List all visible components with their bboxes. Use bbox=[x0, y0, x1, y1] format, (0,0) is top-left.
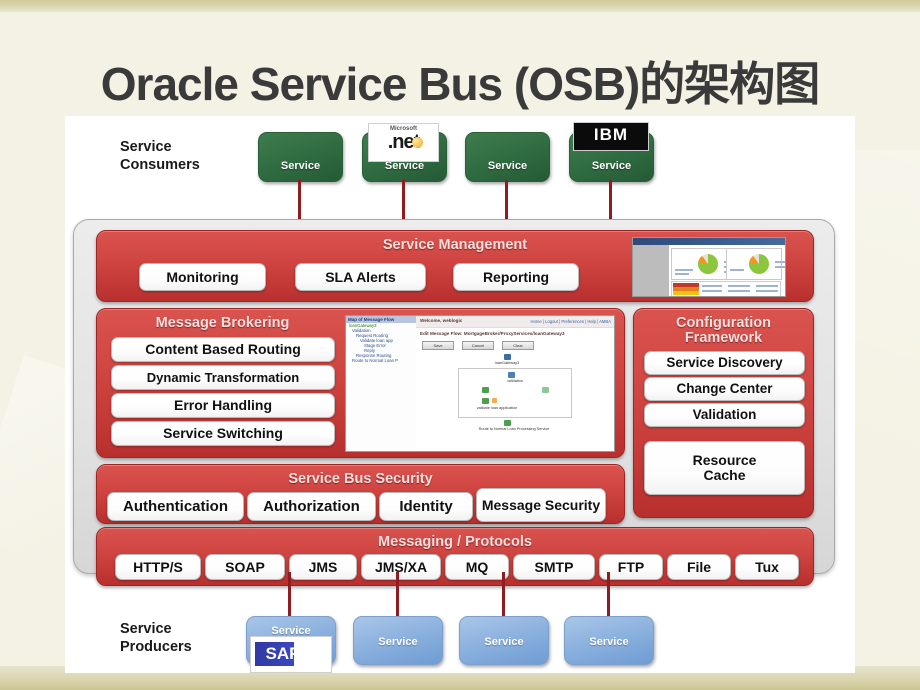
consumer-node-1-label: Service bbox=[280, 160, 321, 172]
chip-authentication[interactable]: Authentication bbox=[107, 492, 244, 521]
dashboard-card-1 bbox=[671, 248, 747, 280]
connector-consumer-4 bbox=[609, 180, 612, 219]
service-bus-container: Service Management Monitoring SLA Alerts… bbox=[73, 219, 835, 586]
message-brokering-title: Message Brokering bbox=[155, 315, 290, 331]
service-health-dashboard-thumbnail bbox=[632, 237, 786, 297]
producer-node-2[interactable]: Service bbox=[353, 616, 443, 665]
connector-producer-2 bbox=[396, 572, 399, 616]
messaging-protocols-panel: Messaging / Protocols HTTP/S SOAP JMS JM… bbox=[96, 527, 814, 586]
chip-authorization[interactable]: Authorization bbox=[247, 492, 376, 521]
dashboard-table bbox=[671, 281, 781, 296]
flow-stage-icon-1 bbox=[482, 387, 489, 393]
flow-start-icon bbox=[504, 354, 511, 360]
configuration-framework-panel: Configuration Framework Service Discover… bbox=[633, 308, 814, 518]
messaging-protocols-title: Messaging / Protocols bbox=[378, 534, 532, 550]
service-bus-security-panel: Service Bus Security Authentication Auth… bbox=[96, 464, 625, 524]
connector-consumer-3 bbox=[505, 180, 508, 219]
chip-change-center[interactable]: Change Center bbox=[644, 377, 805, 401]
chip-service-discovery[interactable]: Service Discovery bbox=[644, 351, 805, 375]
slide-background: Oracle Service Bus (OSB)的架构图 Service Con… bbox=[0, 0, 920, 690]
chip-mq[interactable]: MQ bbox=[445, 554, 509, 580]
producer-node-3-label: Service bbox=[484, 636, 524, 648]
pie-chart-1 bbox=[698, 254, 719, 274]
dashboard-sidebar bbox=[633, 245, 670, 296]
ibm-logo-icon: IBM bbox=[573, 122, 649, 151]
flow-node-label-2: validation bbox=[506, 379, 524, 383]
configuration-framework-title: Configuration Framework bbox=[675, 315, 772, 347]
flow-stage-icon-2 bbox=[542, 387, 549, 393]
osb-console-message-flow-thumbnail: Map of Message Flow loanGateway3 Validat… bbox=[345, 315, 615, 452]
chip-smtp[interactable]: SMTP bbox=[513, 554, 595, 580]
flow-validation-icon bbox=[508, 372, 515, 378]
consumer-node-1[interactable]: Service bbox=[258, 132, 343, 182]
chip-sla-alerts[interactable]: SLA Alerts bbox=[295, 263, 426, 291]
chip-resource-cache[interactable]: Resource Cache bbox=[644, 441, 805, 495]
diagram-panel: Service Consumers Service Service Micros… bbox=[65, 116, 855, 673]
chip-reporting[interactable]: Reporting bbox=[453, 263, 579, 291]
save-button-mini[interactable]: Save bbox=[422, 341, 454, 350]
cancel-button-mini[interactable]: Cancel bbox=[462, 341, 494, 350]
welcome-text: Welcome, weblogic bbox=[420, 318, 463, 323]
flow-node-label-3: validate loan application bbox=[476, 406, 518, 410]
chip-tux[interactable]: Tux bbox=[735, 554, 799, 580]
pie-chart-2 bbox=[749, 254, 770, 274]
dotnet-orb-icon bbox=[412, 137, 423, 148]
status-bars bbox=[673, 283, 700, 296]
chip-validation[interactable]: Validation bbox=[644, 403, 805, 427]
chip-content-based-routing[interactable]: Content Based Routing bbox=[111, 337, 335, 362]
slide-top-border-band bbox=[0, 0, 920, 12]
page-title: Oracle Service Bus (OSB)的架构图 bbox=[100, 58, 820, 110]
tree-header: Map of Message Flow bbox=[346, 316, 416, 323]
flow-node-label-1: loanGateway3 bbox=[494, 361, 520, 365]
chip-error-handling[interactable]: Error Handling bbox=[111, 393, 335, 418]
chip-service-switching[interactable]: Service Switching bbox=[111, 421, 335, 446]
service-consumers-label: Service Consumers bbox=[120, 139, 200, 174]
chip-monitoring[interactable]: Monitoring bbox=[139, 263, 266, 291]
flow-header: Edit Message Flow: MortgageBroker/ProxyS… bbox=[420, 331, 565, 336]
consumer-node-4-label: Service bbox=[591, 160, 632, 172]
chip-jms[interactable]: JMS bbox=[289, 554, 357, 580]
service-management-panel: Service Management Monitoring SLA Alerts… bbox=[96, 230, 814, 302]
connector-producer-3 bbox=[502, 572, 505, 616]
dashboard-card-2 bbox=[726, 248, 785, 280]
producer-node-4-label: Service bbox=[589, 636, 629, 648]
message-brokering-panel: Message Brokering Content Based Routing … bbox=[96, 308, 625, 458]
console-links[interactable]: Home | Logout | Preferences | Help | AMB… bbox=[531, 319, 611, 324]
chip-https[interactable]: HTTP/S bbox=[115, 554, 201, 580]
chip-message-security[interactable]: Message Security bbox=[476, 488, 606, 522]
producer-node-2-label: Service bbox=[378, 636, 418, 648]
flow-pipeline-box: validation validate loan application bbox=[458, 368, 572, 418]
chip-soap[interactable]: SOAP bbox=[205, 554, 285, 580]
chip-dynamic-transformation[interactable]: Dynamic Transformation bbox=[111, 365, 335, 390]
chip-jms-xa[interactable]: JMS/XA bbox=[361, 554, 441, 580]
flow-route-icon bbox=[504, 420, 511, 426]
sap-logo-icon: SAP bbox=[250, 636, 332, 673]
consumer-node-3[interactable]: Service bbox=[465, 132, 550, 182]
service-producers-label: Service Producers bbox=[120, 621, 192, 656]
dotnet-logo-icon: Microsoft .net bbox=[368, 123, 439, 162]
chip-file[interactable]: File bbox=[667, 554, 731, 580]
producer-node-4[interactable]: Service bbox=[564, 616, 654, 665]
clear-button-mini[interactable]: Clear bbox=[502, 341, 534, 350]
connector-consumer-1 bbox=[298, 180, 301, 219]
producer-node-3[interactable]: Service bbox=[459, 616, 549, 665]
chip-identity[interactable]: Identity bbox=[379, 492, 473, 521]
message-flow-tree: Map of Message Flow loanGateway3 Validat… bbox=[346, 316, 417, 451]
dashboard-titlebar bbox=[633, 238, 785, 245]
service-bus-security-title: Service Bus Security bbox=[288, 471, 433, 487]
flow-action-icon bbox=[482, 398, 489, 404]
connector-consumer-2 bbox=[402, 180, 405, 219]
connector-producer-4 bbox=[607, 572, 610, 616]
consumer-node-3-label: Service bbox=[487, 160, 528, 172]
flow-node-label-4: Route to Normal Loan Processing Service bbox=[478, 427, 550, 431]
connector-producer-1 bbox=[288, 572, 291, 616]
warning-icon bbox=[492, 398, 497, 403]
